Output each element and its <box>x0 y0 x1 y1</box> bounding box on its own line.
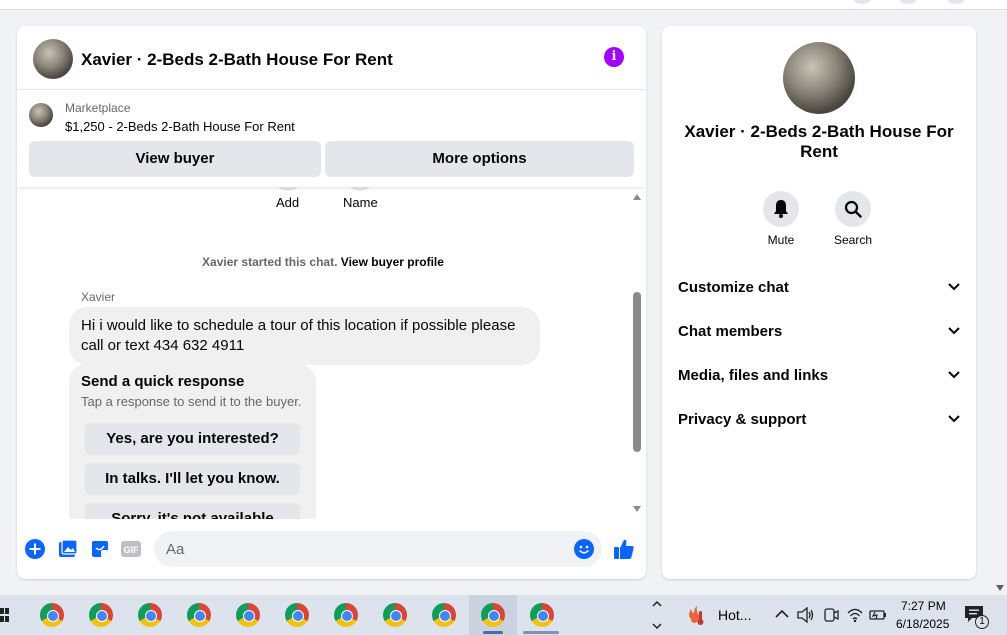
meet-now-icon[interactable] <box>823 606 839 624</box>
top-icon-2[interactable] <box>896 0 920 4</box>
clock-time[interactable]: 7:27 PM <box>901 599 946 613</box>
chat-panel: Xavier · 2-Beds 2-Bath House For Rent i … <box>17 26 646 579</box>
media-files-links-row[interactable]: Media, files and links <box>678 367 962 391</box>
browser-top-strip <box>0 0 1007 10</box>
chevron-down-icon <box>948 371 960 379</box>
info-icon[interactable]: i <box>604 47 624 67</box>
weather-text[interactable]: Hot... <box>718 607 751 623</box>
emoji-icon[interactable] <box>574 539 594 559</box>
page-scrollbar[interactable] <box>993 10 1007 595</box>
search-button[interactable] <box>835 191 871 227</box>
media-files-links-label: Media, files and links <box>678 367 829 384</box>
privacy-support-row[interactable]: Privacy & support <box>678 411 962 435</box>
chevron-up-icon[interactable] <box>775 609 789 619</box>
message-input[interactable] <box>154 531 554 567</box>
chat-started-notice: Xavier started this chat. View buyer pro… <box>17 255 629 269</box>
chat-header: Xavier · 2-Beds 2-Bath House For Rent i <box>17 26 646 90</box>
view-buyer-profile-link[interactable]: View buyer profile <box>341 255 444 269</box>
customize-chat-row[interactable]: Customize chat <box>678 279 962 303</box>
quick-response-card: Send a quick response Tap a response to … <box>69 364 316 519</box>
gif-icon[interactable]: GIF <box>121 539 141 559</box>
view-buyer-button[interactable]: View buyer <box>29 141 321 177</box>
quick-response-interested[interactable]: Yes, are you interested? <box>85 423 300 455</box>
marketplace-listing: Marketplace $1,250 - 2-Beds 2-Bath House… <box>17 91 646 187</box>
photo-icon[interactable] <box>58 539 78 559</box>
chrome-icon[interactable] <box>40 603 64 627</box>
chat-members-row[interactable]: Chat members <box>678 323 962 347</box>
top-icon-1[interactable] <box>850 0 874 4</box>
more-options-button[interactable]: More options <box>325 141 634 177</box>
scroll-up-arrow[interactable] <box>633 194 641 200</box>
task-view-icon[interactable] <box>0 608 10 622</box>
search-icon <box>844 200 862 218</box>
message-scrollbar[interactable] <box>629 187 646 519</box>
chrome-icon[interactable] <box>334 603 358 627</box>
speaker-icon[interactable] <box>797 607 815 623</box>
sticker-icon[interactable] <box>90 539 110 559</box>
message-bubble[interactable]: Hi i would like to schedule a tour of th… <box>69 307 540 365</box>
details-title: Xavier · 2-Beds 2-Bath House For Rent <box>684 122 954 161</box>
wifi-icon[interactable] <box>847 607 863 623</box>
chat-members-label: Chat members <box>678 323 783 340</box>
name-label[interactable]: Name <box>343 195 378 210</box>
chrome-icon[interactable] <box>432 603 456 627</box>
listing-thumbnail[interactable] <box>29 103 53 127</box>
message-input-box[interactable] <box>154 531 602 567</box>
chevron-down-icon <box>948 283 960 291</box>
quick-response-in-talks[interactable]: In talks. I'll let you know. <box>85 463 300 495</box>
chrome-icon[interactable] <box>138 603 162 627</box>
chrome-icon[interactable] <box>481 603 505 627</box>
details-avatar[interactable] <box>783 42 855 114</box>
chevron-down-icon <box>948 415 960 423</box>
chrome-icon[interactable] <box>236 603 260 627</box>
chevron-down-icon <box>948 327 960 335</box>
chrome-icon[interactable] <box>383 603 407 627</box>
customize-chat-label: Customize chat <box>678 279 789 296</box>
quick-response-not-available[interactable]: Sorry, it's not available <box>85 503 300 519</box>
listing-title[interactable]: $1,250 - 2-Beds 2-Bath House For Rent <box>65 119 295 134</box>
message-list: Add Name Xavier started this chat. View … <box>17 187 646 519</box>
weather-hot-icon[interactable] <box>685 605 707 627</box>
chat-details-panel: Xavier · 2-Beds 2-Bath House For Rent Mu… <box>662 26 976 579</box>
bell-icon <box>774 200 788 218</box>
chrome-icon[interactable] <box>89 603 113 627</box>
mute-button[interactable] <box>763 191 799 227</box>
svg-text:GIF: GIF <box>124 545 140 555</box>
add-label[interactable]: Add <box>276 195 299 210</box>
listing-label: Marketplace <box>65 101 131 115</box>
plus-icon[interactable] <box>25 539 45 559</box>
active-taskbar-item[interactable] <box>469 595 517 635</box>
search-label: Search <box>833 233 873 247</box>
windows-taskbar: Hot... 7:27 PM 6/18/2025 1 <box>0 595 1007 635</box>
open-indicator <box>523 631 559 634</box>
active-indicator <box>483 631 503 634</box>
top-avatar[interactable] <box>944 0 968 4</box>
page-scroll-down-arrow[interactable] <box>996 585 1004 591</box>
chat-started-text: Xavier started this chat. <box>202 255 338 269</box>
taskbar-scroll-arrows[interactable] <box>652 598 662 632</box>
mute-action[interactable]: Mute <box>751 191 811 247</box>
add-circle[interactable] <box>274 187 302 191</box>
name-circle[interactable] <box>346 187 374 191</box>
scroll-down-arrow[interactable] <box>633 506 641 512</box>
privacy-support-label: Privacy & support <box>678 411 807 428</box>
search-action[interactable]: Search <box>823 191 883 247</box>
notification-count: 1 <box>975 615 989 629</box>
chrome-icon[interactable] <box>530 603 554 627</box>
chat-title[interactable]: Xavier · 2-Beds 2-Bath House For Rent <box>81 50 393 70</box>
quick-response-subtitle: Tap a response to send it to the buyer. <box>81 394 302 409</box>
quick-response-title: Send a quick response <box>81 373 245 390</box>
sender-name: Xavier <box>81 290 116 304</box>
mute-label: Mute <box>767 233 795 247</box>
battery-icon[interactable] <box>869 608 887 622</box>
message-composer: GIF <box>17 526 646 572</box>
scroll-thumb[interactable] <box>633 292 641 452</box>
thumbs-up-icon[interactable] <box>613 538 635 560</box>
chrome-icon[interactable] <box>285 603 309 627</box>
chrome-icon[interactable] <box>187 603 211 627</box>
chat-avatar[interactable] <box>33 39 73 79</box>
clock-date[interactable]: 6/18/2025 <box>896 617 949 631</box>
